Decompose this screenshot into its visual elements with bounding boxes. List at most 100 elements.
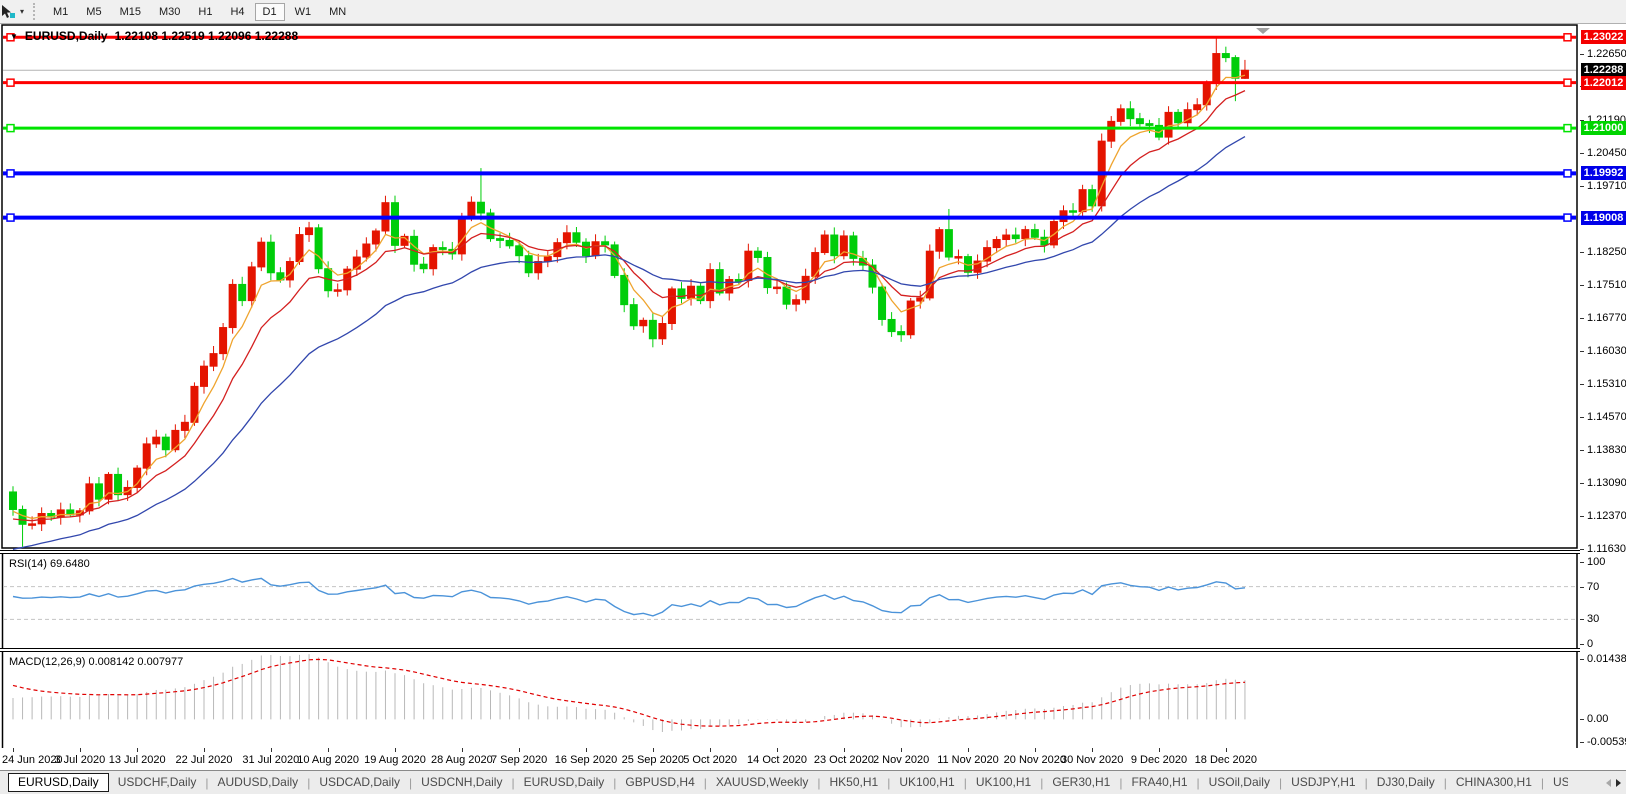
tab-CHINA300-H1[interactable]: CHINA300,H1 — [1447, 773, 1541, 792]
chart-cursor-icon[interactable] — [1, 4, 17, 20]
tab-XAUUSD-Weekly[interactable]: XAUUSD,Weekly — [707, 773, 817, 792]
timeframe-buttons: M1M5M15M30H1H4D1W1MN — [44, 3, 355, 21]
tab-USDCHF-Daily[interactable]: USDCHF,Daily — [109, 773, 206, 792]
main-chart-pane[interactable]: ▼ EURUSD,Daily 1.22108 1.22519 1.22096 1… — [0, 24, 1580, 550]
price-badge-1.19992: 1.19992 — [1581, 166, 1626, 180]
rsi-tick-dash — [1580, 619, 1584, 620]
date-label: 31 Jul 2020 — [242, 754, 299, 766]
chart-ohlc-values: 1.22108 1.22519 1.22096 1.22288 — [115, 29, 299, 43]
timeframe-button-M1[interactable]: M1 — [45, 3, 76, 21]
price-tick-dash — [1580, 252, 1584, 253]
date-label: 14 Oct 2020 — [747, 754, 807, 766]
tab-EURUSD-Daily[interactable]: EURUSD,Daily — [8, 773, 109, 792]
timeframe-button-M15[interactable]: M15 — [112, 3, 149, 21]
macd-tick-dash — [1580, 659, 1584, 660]
macd-signal-line — [13, 659, 1245, 726]
date-tick — [13, 748, 14, 752]
date-label: 11 Nov 2020 — [937, 754, 999, 766]
date-tick — [80, 748, 81, 752]
macd-pane[interactable]: MACD(12,26,9) 0.008142 0.007977 — [0, 652, 1580, 748]
date-axis[interactable]: 24 Jun 20203 Jul 202013 Jul 202022 Jul 2… — [0, 748, 1580, 770]
price-tick: 1.15310 — [1587, 378, 1626, 390]
chart-menu-arrow-icon[interactable]: ▼ — [10, 32, 18, 41]
tab-USDJPY-H1[interactable]: USDJPY,H1 — [1282, 773, 1364, 792]
tab-FRA40-H1[interactable]: FRA40,H1 — [1122, 773, 1196, 792]
tab-USDCAD-Daily[interactable]: USDCAD,Daily — [310, 773, 409, 792]
price-badge-1.23022: 1.23022 — [1581, 30, 1626, 44]
price-tick-dash — [1580, 450, 1584, 451]
price-badge-1.21000: 1.21000 — [1581, 121, 1626, 135]
price-badge-1.19008: 1.19008 — [1581, 211, 1626, 225]
date-tick — [395, 748, 396, 752]
date-label: 19 Aug 2020 — [364, 754, 426, 766]
date-label: 2 Nov 2020 — [873, 754, 929, 766]
date-tick — [586, 748, 587, 752]
tab-GER30-H1[interactable]: GER30,H1 — [1043, 773, 1119, 792]
toolbar-dropdown-caret-icon[interactable]: ▾ — [20, 7, 24, 16]
timeframe-button-M30[interactable]: M30 — [151, 3, 188, 21]
rsi-tick: 70 — [1587, 581, 1599, 593]
macd-tick-dash — [1580, 719, 1584, 720]
date-label: 13 Jul 2020 — [109, 754, 166, 766]
tab-scroll-left-icon[interactable] — [1606, 779, 1611, 787]
tab-HK50-H1[interactable]: HK50,H1 — [820, 773, 887, 792]
toolbar: ▾ M1M5M15M30H1H4D1W1MN — [0, 0, 1626, 24]
date-label: 28 Aug 2020 — [431, 754, 493, 766]
timeframe-button-D1[interactable]: D1 — [255, 3, 285, 21]
chart-tab-bar: EURUSD,DailyUSDCHF,Daily|AUDUSD,Daily|US… — [0, 770, 1626, 794]
date-tick — [968, 748, 969, 752]
chart-title: ▼ EURUSD,Daily 1.22108 1.22519 1.22096 1… — [10, 29, 298, 43]
date-label: 3 Jul 2020 — [54, 754, 105, 766]
timeframe-button-MN[interactable]: MN — [321, 3, 354, 21]
rsi-tick: 100 — [1587, 556, 1605, 568]
date-tick — [328, 748, 329, 752]
tab-EURUSD-Daily[interactable]: EURUSD,Daily — [515, 773, 614, 792]
date-tick — [1092, 748, 1093, 752]
timeframe-button-M5[interactable]: M5 — [78, 3, 109, 21]
price-tick: 1.18250 — [1587, 246, 1626, 258]
price-scale[interactable]: 1.226501.219301.211901.204501.197101.182… — [1580, 24, 1626, 770]
tab-US[interactable]: US — [1544, 773, 1568, 792]
timeframe-button-H4[interactable]: H4 — [222, 3, 252, 21]
tab-list: EURUSD,DailyUSDCHF,Daily|AUDUSD,Daily|US… — [0, 771, 1603, 794]
tab-scroll-right-icon[interactable] — [1616, 779, 1621, 787]
rsi-pane[interactable]: RSI(14) 69.6480 — [0, 554, 1580, 648]
timeframe-button-W1[interactable]: W1 — [287, 3, 320, 21]
date-label: 16 Sep 2020 — [555, 754, 617, 766]
date-tick — [137, 748, 138, 752]
rsi-tick-dash — [1580, 644, 1584, 645]
price-tick: 1.20450 — [1587, 147, 1626, 159]
date-label: 9 Dec 2020 — [1131, 754, 1187, 766]
price-tick: 1.19710 — [1587, 180, 1626, 192]
chart-symbol-period: EURUSD,Daily — [25, 29, 108, 43]
tab-UK100-H1[interactable]: UK100,H1 — [890, 773, 963, 792]
price-tick: 1.17510 — [1587, 279, 1626, 291]
tab-UK100-H1[interactable]: UK100,H1 — [967, 773, 1040, 792]
date-tick — [1226, 748, 1227, 752]
date-label: 25 Sep 2020 — [622, 754, 684, 766]
tab-AUDUSD-Daily[interactable]: AUDUSD,Daily — [209, 773, 308, 792]
date-tick — [1159, 748, 1160, 752]
date-label: 30 Nov 2020 — [1061, 754, 1123, 766]
tab-USOil-Daily[interactable]: USOil,Daily — [1200, 773, 1279, 792]
tab-DJ30-Daily[interactable]: DJ30,Daily — [1368, 773, 1444, 792]
tab-USDCNH-Daily[interactable]: USDCNH,Daily — [412, 773, 511, 792]
tab-GBPUSD-H4[interactable]: GBPUSD,H4 — [616, 773, 703, 792]
price-tick-dash — [1580, 384, 1584, 385]
price-tick-dash — [1580, 153, 1584, 154]
rsi-tick: 0 — [1587, 638, 1593, 650]
date-label: 22 Jul 2020 — [176, 754, 233, 766]
mt4-window: ▾ M1M5M15M30H1H4D1W1MN ▼ EURUSD,Daily 1.… — [0, 0, 1626, 794]
tab-scroll-arrows — [1603, 779, 1626, 787]
price-tick: 1.14570 — [1587, 411, 1626, 423]
price-tick-dash — [1580, 417, 1584, 418]
date-label: 18 Dec 2020 — [1195, 754, 1257, 766]
price-tick-dash — [1580, 54, 1584, 55]
rsi-tick: 30 — [1587, 613, 1599, 625]
date-label: 7 Sep 2020 — [491, 754, 547, 766]
date-label: 20 Nov 2020 — [1004, 754, 1066, 766]
price-tick-dash — [1580, 285, 1584, 286]
date-tick — [777, 748, 778, 752]
price-tick-dash — [1580, 186, 1584, 187]
timeframe-button-H1[interactable]: H1 — [190, 3, 220, 21]
